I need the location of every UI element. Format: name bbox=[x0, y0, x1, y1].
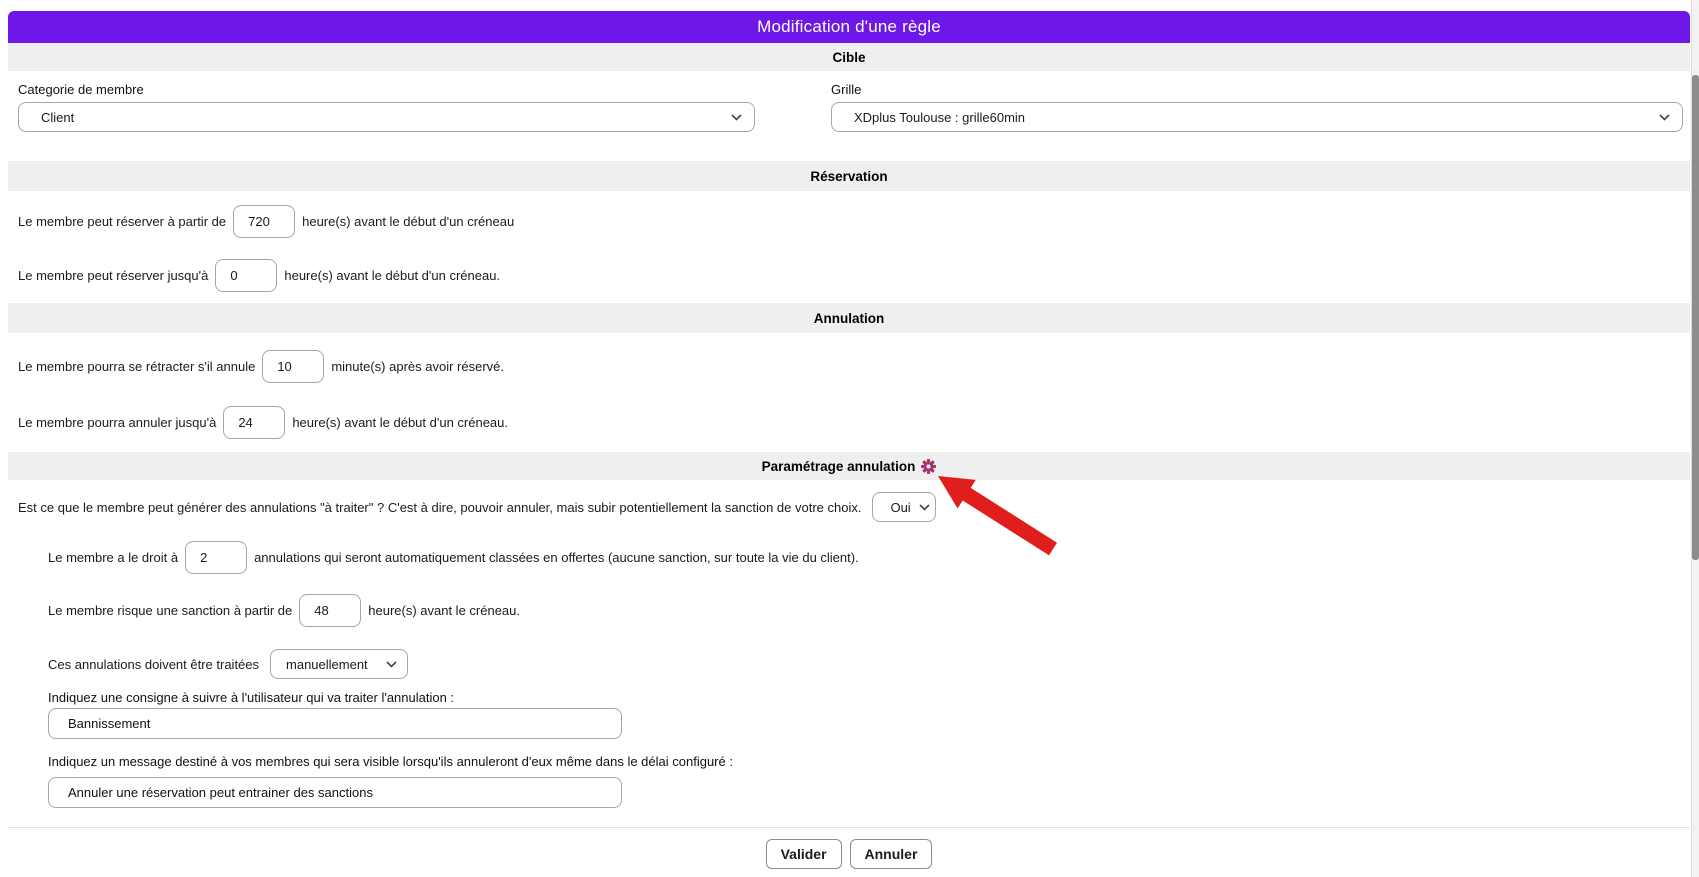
reserve-from-suffix: heure(s) avant le début d'un créneau bbox=[302, 214, 514, 229]
cancel-until-suffix: heure(s) avant le début d'un créneau. bbox=[292, 415, 508, 430]
sanction-from-row: Le membre risque une sanction à partir d… bbox=[48, 594, 1690, 627]
retract-minutes-input[interactable] bbox=[262, 350, 324, 383]
reserve-until-row: Le membre peut réserver jusqu'à heure(s)… bbox=[18, 259, 1690, 303]
consigne-input[interactable] bbox=[48, 708, 622, 739]
categorie-select[interactable]: Client bbox=[18, 102, 755, 132]
sanction-from-suffix: heure(s) avant le créneau. bbox=[368, 603, 520, 618]
vertical-scrollbar[interactable] bbox=[1691, 0, 1699, 877]
rule-edit-form: Modification d'une règle Cible Categorie… bbox=[8, 11, 1690, 876]
section-title-parametrage: Paramétrage annulation bbox=[762, 459, 916, 474]
processing-text: Ces annulations doivent être traitées bbox=[48, 657, 259, 672]
a-traiter-text: Est ce que le membre peut générer des an… bbox=[18, 500, 861, 515]
section-title-reservation: Réservation bbox=[810, 169, 887, 184]
categorie-select-value: Client bbox=[41, 110, 74, 125]
processing-row: Ces annulations doivent être traitées ma… bbox=[48, 649, 1690, 679]
cancel-until-row: Le membre pourra annuler jusqu'à heure(s… bbox=[18, 406, 1690, 452]
section-title-annulation: Annulation bbox=[814, 311, 885, 326]
grille-select-value: XDplus Toulouse : grille60min bbox=[854, 110, 1025, 125]
gear-icon[interactable] bbox=[921, 459, 936, 474]
consigne-label: Indiquez une consigne à suivre à l'utili… bbox=[48, 690, 1690, 705]
reserve-until-text: Le membre peut réserver jusqu'à bbox=[18, 268, 208, 283]
sanction-from-text: Le membre risque une sanction à partir d… bbox=[48, 603, 292, 618]
reserve-until-suffix: heure(s) avant le début d'un créneau. bbox=[284, 268, 500, 283]
grille-select[interactable]: XDplus Toulouse : grille60min bbox=[831, 102, 1683, 132]
chevron-down-icon bbox=[1659, 114, 1670, 121]
chevron-down-icon bbox=[731, 114, 742, 121]
message-input[interactable] bbox=[48, 777, 622, 808]
cible-fields: Categorie de membre Client Grille XDplus… bbox=[8, 71, 1690, 161]
retract-suffix: minute(s) après avoir réservé. bbox=[331, 359, 504, 374]
reserve-until-input[interactable] bbox=[215, 259, 277, 292]
chevron-down-icon bbox=[386, 661, 397, 668]
a-traiter-row: Est ce que le membre peut générer des an… bbox=[18, 492, 1690, 522]
grille-field: Grille XDplus Toulouse : grille60min bbox=[831, 82, 1683, 132]
section-title-cible: Cible bbox=[832, 50, 865, 65]
reserve-from-input[interactable] bbox=[233, 205, 295, 238]
free-cancellations-suffix: annulations qui seront automatiquement c… bbox=[254, 550, 859, 565]
retract-row: Le membre pourra se rétracter s'il annul… bbox=[18, 350, 1690, 383]
cancel-until-input[interactable] bbox=[223, 406, 285, 439]
reserve-from-text: Le membre peut réserver à partir de bbox=[18, 214, 226, 229]
a-traiter-select[interactable]: Oui bbox=[872, 492, 936, 522]
grille-label: Grille bbox=[831, 82, 1683, 97]
retract-text: Le membre pourra se rétracter s'il annul… bbox=[18, 359, 255, 374]
message-label: Indiquez un message destiné à vos membre… bbox=[48, 754, 1690, 769]
sanction-from-input[interactable] bbox=[299, 594, 361, 627]
cancel-until-text: Le membre pourra annuler jusqu'à bbox=[18, 415, 216, 430]
categorie-field: Categorie de membre Client bbox=[18, 82, 755, 132]
a-traiter-select-value: Oui bbox=[890, 500, 910, 515]
section-header-parametrage: Paramétrage annulation bbox=[8, 452, 1690, 480]
section-header-cible: Cible bbox=[8, 43, 1690, 71]
valider-button[interactable]: Valider bbox=[766, 839, 842, 869]
categorie-label: Categorie de membre bbox=[18, 82, 755, 97]
chevron-down-icon bbox=[919, 504, 930, 511]
page-title: Modification d'une règle bbox=[757, 17, 941, 37]
section-header-annulation: Annulation bbox=[8, 303, 1690, 333]
scrollbar-thumb[interactable] bbox=[1692, 75, 1699, 560]
window-title-bar: Modification d'une règle bbox=[8, 11, 1690, 43]
footer-actions: Valider Annuler bbox=[8, 827, 1690, 876]
reserve-from-row: Le membre peut réserver à partir de heur… bbox=[18, 205, 1690, 238]
processing-select[interactable]: manuellement bbox=[270, 649, 408, 679]
annuler-button[interactable]: Annuler bbox=[850, 839, 933, 869]
section-header-reservation: Réservation bbox=[8, 161, 1690, 191]
free-cancellations-row: Le membre a le droit à annulations qui s… bbox=[48, 541, 1690, 574]
free-cancellations-input[interactable] bbox=[185, 541, 247, 574]
processing-select-value: manuellement bbox=[286, 657, 368, 672]
free-cancellations-text: Le membre a le droit à bbox=[48, 550, 178, 565]
